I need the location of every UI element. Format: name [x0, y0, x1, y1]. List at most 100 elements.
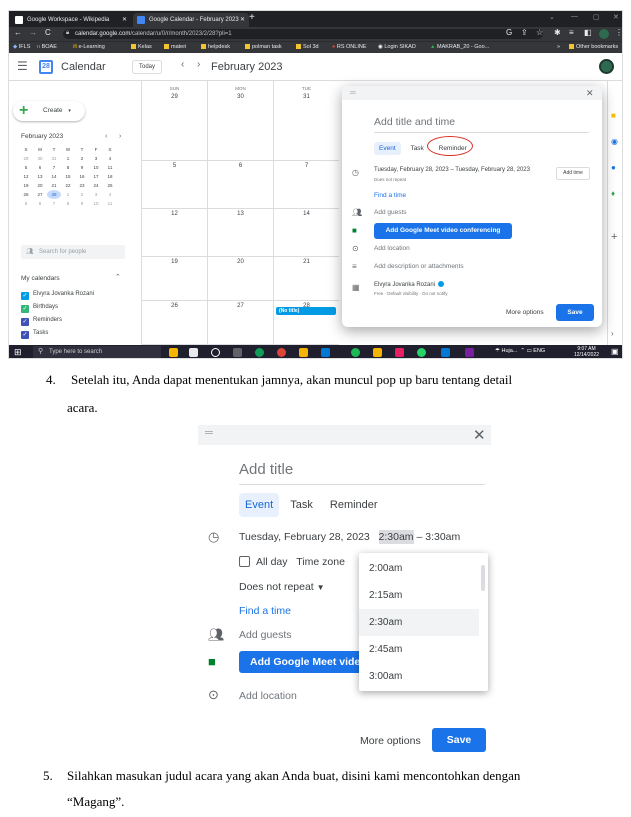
mini-day[interactable]: 19	[19, 181, 33, 190]
dropdown-scrollbar[interactable]	[481, 565, 485, 591]
mini-day[interactable]: 8	[61, 163, 75, 172]
day-cell[interactable]: 20	[207, 257, 273, 301]
bookmark-sol3d[interactable]: Sol 3d	[296, 44, 319, 50]
maps-icon[interactable]: ♦	[611, 189, 615, 198]
mini-day[interactable]: 3	[89, 154, 103, 163]
url-field[interactable]: 🔒︎ calendar.google.com/calendar/u/0/r/mo…	[63, 29, 543, 39]
day-cell[interactable]: 7	[273, 161, 339, 209]
extensions-icon[interactable]: ✱	[554, 28, 561, 37]
mini-prev-icon[interactable]: ‹	[105, 133, 107, 140]
menu-icon[interactable]: ⋮	[615, 28, 622, 37]
notification-icon[interactable]: ▣	[611, 347, 619, 356]
close-icon[interactable]: ✕	[473, 426, 486, 444]
bookmark-elearning[interactable]: ifi e-Learning	[73, 44, 105, 50]
mini-day-selected[interactable]: 28	[47, 190, 61, 199]
day-cell[interactable]: 12	[141, 209, 207, 257]
mini-day[interactable]: 5	[19, 163, 33, 172]
taskbar-search[interactable]: ⚲ Type here to search	[33, 346, 161, 358]
day-cell[interactable]: TUE 31	[273, 81, 339, 161]
mini-day[interactable]: 10	[89, 163, 103, 172]
event-chip-no-title[interactable]: (No title)	[276, 307, 336, 315]
main-menu-icon[interactable]: ☰	[17, 59, 28, 73]
tab-reminder[interactable]: Reminder	[324, 493, 384, 517]
mini-day[interactable]: 6	[33, 199, 47, 208]
mini-day[interactable]: 1	[61, 190, 75, 199]
mini-day[interactable]: 29	[19, 154, 33, 163]
mini-day[interactable]: 9	[75, 199, 89, 208]
mini-day[interactable]: 4	[103, 190, 117, 199]
edge-icon[interactable]	[255, 348, 264, 357]
time-option[interactable]: 2:00am	[359, 555, 479, 582]
mini-day[interactable]: 25	[103, 181, 117, 190]
title-input[interactable]: Add title and time	[374, 116, 589, 133]
save-button[interactable]: Save	[432, 728, 486, 752]
cortana-icon[interactable]	[211, 348, 220, 357]
bookmark-polman-task[interactable]: polman task	[245, 44, 282, 50]
tab-task[interactable]: Task	[405, 142, 428, 155]
add-addon-icon[interactable]: +	[611, 231, 617, 243]
chevron-right-icon[interactable]: ›	[611, 329, 614, 338]
chevron-down-icon[interactable]: ⌄	[549, 13, 555, 21]
drag-handle-icon[interactable]: ═	[205, 427, 213, 439]
time-option-selected[interactable]: 2:30am	[359, 609, 479, 636]
next-month-icon[interactable]: ›	[197, 59, 200, 70]
bookmark-ifls[interactable]: ◆ IFLS	[13, 44, 30, 50]
mini-day[interactable]: 6	[33, 163, 47, 172]
mini-day[interactable]: 18	[103, 172, 117, 181]
end-time-field[interactable]: 3:30am	[425, 531, 460, 543]
close-icon[interactable]: ✕	[586, 88, 594, 99]
bookmark-helpdesk[interactable]: helpdesk	[201, 44, 230, 50]
bookmark-kelas[interactable]: Kelas	[131, 44, 152, 50]
mini-day[interactable]: 2	[75, 190, 89, 199]
today-button[interactable]: Today	[132, 60, 162, 74]
day-cell[interactable]: 5	[141, 161, 207, 209]
mini-day[interactable]: 8	[61, 199, 75, 208]
add-time-button[interactable]: Add time	[556, 167, 590, 180]
time-option[interactable]: 3:00am	[359, 663, 479, 690]
add-location-field[interactable]: Add location	[374, 245, 410, 252]
mini-day[interactable]: 3	[89, 190, 103, 199]
mini-day[interactable]: 30	[33, 154, 47, 163]
store-icon[interactable]	[321, 348, 330, 357]
add-guests-field[interactable]: Add guests	[239, 629, 292, 641]
bookmark-boae[interactable]: ıı BOAE	[37, 44, 57, 50]
google-meet-button[interactable]: Add Google Meet video conferencing	[239, 651, 369, 673]
checkbox-checked-icon[interactable]: ✓	[21, 331, 29, 339]
repeat-label[interactable]: Does not repeat	[374, 177, 406, 182]
time-option[interactable]: 2:15am	[359, 582, 479, 609]
mini-day[interactable]: 9	[75, 163, 89, 172]
other-bookmarks[interactable]: Other bookmarks	[569, 44, 618, 50]
add-guests-field[interactable]: Add guests	[374, 209, 407, 216]
minimize-icon[interactable]: —	[571, 13, 578, 20]
taskbar-clock[interactable]: 9:07 AM 12/14/2022	[574, 346, 599, 358]
mini-day[interactable]: 11	[103, 199, 117, 208]
all-day-checkbox[interactable]	[239, 556, 250, 567]
calendar-item-elvyra[interactable]: ✓ Elvyra Jovanka Rozani	[21, 291, 94, 300]
checkbox-checked-icon[interactable]: ✓	[21, 318, 29, 326]
mini-day[interactable]: 10	[89, 199, 103, 208]
mini-day[interactable]: 7	[47, 199, 61, 208]
calendar-item-birthdays[interactable]: ✓ Birthdays	[21, 304, 58, 313]
mini-day[interactable]: 7	[47, 163, 61, 172]
find-time-link[interactable]: Find a time	[374, 192, 406, 199]
mini-day[interactable]: 31	[47, 154, 61, 163]
repeat-dropdown[interactable]: Does not repeat ▼	[239, 581, 325, 593]
explorer-icon[interactable]	[299, 348, 308, 357]
day-cell[interactable]: SUN 29	[141, 81, 207, 161]
day-cell[interactable]: 19	[141, 257, 207, 301]
mini-day[interactable]: 20	[33, 181, 47, 190]
tab-event[interactable]: Event	[374, 142, 401, 155]
mini-day[interactable]: 16	[75, 172, 89, 181]
google-icon[interactable]: G	[506, 28, 512, 37]
taskbar-app-icon[interactable]	[189, 348, 198, 357]
windows-start-icon[interactable]: ⊞	[14, 347, 22, 358]
task-view-icon[interactable]	[233, 348, 242, 357]
checkbox-checked-icon[interactable]: ✓	[21, 292, 29, 300]
calendar-item-reminders[interactable]: ✓ Reminders	[21, 317, 62, 326]
spotify-icon[interactable]	[351, 348, 360, 357]
checkbox-checked-icon[interactable]: ✓	[21, 305, 29, 313]
new-tab-icon[interactable]: +	[249, 12, 255, 23]
mini-day[interactable]: 1	[61, 154, 75, 163]
mini-day[interactable]: 15	[61, 172, 75, 181]
bookmark-materi[interactable]: materi	[164, 44, 186, 50]
